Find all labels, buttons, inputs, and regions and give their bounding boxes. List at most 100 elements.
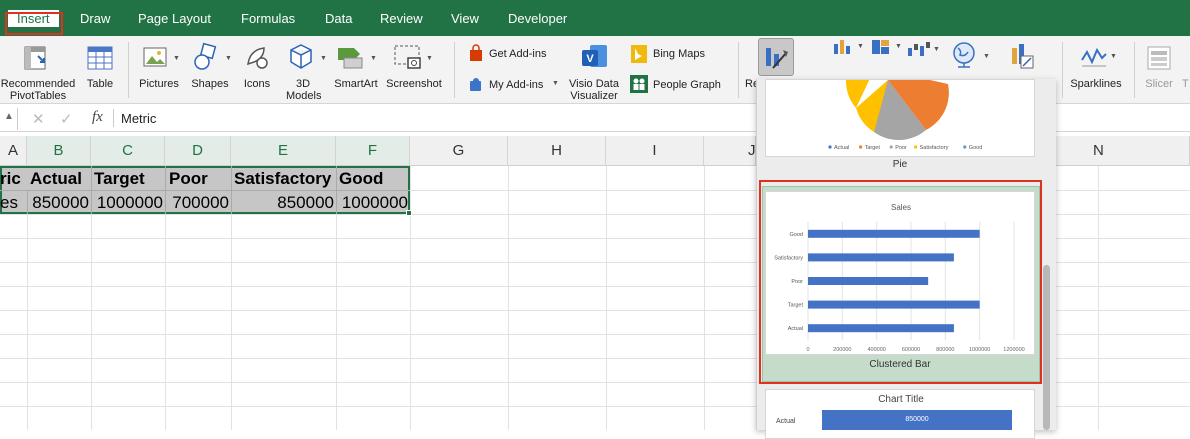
tab-review[interactable]: Review [380,11,423,26]
chevron-down-icon: ▼ [320,55,327,62]
chevron-down-icon: ▼ [552,80,559,87]
sparklines-label: Sparklines [1070,78,1122,90]
visio-icon: V [582,45,607,67]
pie-chart-preview[interactable]: Actual Target Poor Satisfactory Good [765,79,1035,157]
insert-tab-highlight [5,12,63,35]
column-header-c[interactable]: C [91,136,165,166]
table-label: Table [86,78,114,90]
chevron-down-icon: ▼ [173,55,180,62]
legend-marker [859,145,863,149]
svg-text:V: V [586,53,594,65]
data-label: 850000 [905,416,929,423]
column-header-j[interactable]: J [704,136,756,166]
ribbon-separator [454,42,455,98]
pivot-chart-icon[interactable] [1008,42,1036,72]
cell-b1[interactable]: Actual [30,169,82,189]
column-header-n[interactable]: N [1050,136,1190,166]
column-header-h[interactable]: H [508,136,606,166]
legend-label: Poor [895,145,907,151]
bar-chart-icon [766,48,788,69]
fx-icon[interactable]: fx [92,109,103,126]
cancel-icon[interactable]: ✕ [32,110,45,128]
clustered-bar-highlight [759,180,1042,384]
column-header-b[interactable]: B [27,136,91,166]
chevron-down-icon: ▼ [370,55,377,62]
tab-formulas[interactable]: Formulas [241,11,295,26]
cell-e2[interactable]: 850000 [231,193,334,213]
name-box[interactable]: ▲ [0,108,18,130]
column-header-a[interactable]: A [0,136,27,166]
column-chart-icon[interactable] [832,38,856,56]
shapes-icon [194,42,217,70]
tab-data[interactable]: Data [325,11,352,26]
chevron-down-icon: ▼ [895,43,902,50]
legend-marker [828,145,832,149]
icons-icon [247,47,268,69]
chevron-down-icon: ▼ [857,43,864,50]
legend-label: Satisfactory [920,145,949,151]
store-bag-icon [470,44,482,61]
cell-d1[interactable]: Poor [169,169,208,189]
legend-marker [963,145,967,149]
shapes-label: Shapes [191,78,229,90]
visio-data-visualizer-label: Visio Data Visualizer [569,78,619,102]
stacked-bar-preview[interactable]: Chart Title Actual 850000 [765,389,1035,439]
chevron-down-icon: ▼ [933,46,940,53]
chevron-down-icon: ▲ [4,111,14,122]
waterfall-chart-icon[interactable] [906,40,932,58]
3d-models-label: 3D Models [286,78,322,102]
column-header-d[interactable]: D [165,136,231,166]
addins-icon [470,78,481,91]
tab-view[interactable]: View [451,11,479,26]
legend-marker [889,145,893,149]
tab-page-layout[interactable]: Page Layout [138,11,211,26]
picture-icon [143,47,167,67]
pie-chart-thumbnail: Actual Target Poor Satisfactory Good [828,80,982,151]
map-chart-icon[interactable] [950,40,980,70]
cell-a1[interactable]: ric [0,169,27,189]
hierarchy-chart-icon[interactable] [870,38,894,56]
cell-a2[interactable]: es [0,193,27,213]
ribbon-tab-bar: Insert Draw Page Layout Formulas Data Re… [0,0,1190,36]
column-header-e[interactable]: E [231,136,336,166]
check-icon[interactable]: ✓ [60,110,73,128]
chevron-down-icon: ▼ [426,55,433,62]
cell-d2[interactable]: 700000 [165,193,229,213]
bing-maps-icon [631,45,647,63]
timeline-label: T [1182,78,1189,90]
icons-label: Icons [243,78,271,90]
cell-f2[interactable]: 1000000 [336,193,408,213]
cell-c2[interactable]: 1000000 [91,193,163,213]
screenshot-icon [394,45,421,69]
column-header-g[interactable]: G [410,136,508,166]
category-label: Actual [776,418,796,425]
smartart-icon [338,48,363,69]
sparkline-icon [1081,47,1107,67]
tab-draw[interactable]: Draw [80,11,110,26]
legend-label: Actual [834,145,849,151]
get-addins-label: Get Add-ins [489,48,547,60]
slicer-icon [1147,46,1171,70]
pictures-label: Pictures [139,78,179,90]
gallery-scrollbar[interactable] [1043,265,1050,430]
tab-developer[interactable]: Developer [508,11,567,26]
my-addins-label: My Add-ins [489,79,544,91]
cell-c1[interactable]: Target [94,169,145,189]
cell-f1[interactable]: Good [339,169,383,189]
slicer-label: Slicer [1145,78,1173,90]
cell-e1[interactable]: Satisfactory [234,169,331,189]
pivot-table-icon [24,46,46,70]
chevron-down-icon: ▼ [1110,53,1117,60]
bing-maps-label: Bing Maps [653,48,705,60]
ribbon-separator [738,42,739,98]
screenshot-label: Screenshot [386,78,442,90]
formula-input[interactable]: Metric [121,111,156,126]
table-icon [87,46,113,70]
column-header-i[interactable]: I [606,136,704,166]
column-header-f[interactable]: F [336,136,410,166]
smartart-label: SmartArt [334,78,378,90]
cell-b2[interactable]: 850000 [27,193,89,213]
people-graph-icon [630,75,648,93]
recommended-pivottables-label: Recommended PivotTables [0,78,76,102]
chevron-down-icon: ▼ [983,53,990,60]
